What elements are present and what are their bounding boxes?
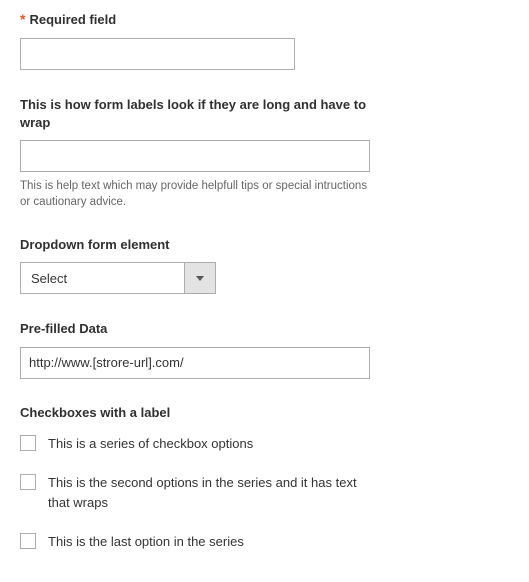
checkbox-row: This is the second options in the series… (20, 473, 509, 512)
checkbox-group-label: Checkboxes with a label (20, 405, 509, 420)
required-field-input[interactable] (20, 38, 295, 70)
checkbox-label[interactable]: This is the second options in the series… (48, 473, 358, 512)
long-label-field-help: This is help text which may provide help… (20, 178, 380, 210)
dropdown-toggle-button[interactable] (184, 262, 216, 294)
prefilled-field-input[interactable] (20, 347, 370, 379)
checkbox-row: This is the last option in the series (20, 532, 509, 552)
long-label-field-label: This is how form labels look if they are… (20, 96, 380, 132)
checkbox-group: Checkboxes with a label This is a series… (20, 405, 509, 552)
prefilled-field: Pre-filled Data (20, 320, 509, 378)
caret-down-icon (196, 276, 204, 281)
dropdown-field: Dropdown form element Select (20, 236, 509, 294)
checkbox-label[interactable]: This is the last option in the series (48, 532, 244, 552)
dropdown-field-label: Dropdown form element (20, 236, 380, 254)
dropdown-selected-value: Select (20, 262, 184, 294)
long-label-field-input[interactable] (20, 140, 370, 172)
checkbox-input[interactable] (20, 533, 36, 549)
required-field-label: * Required field (20, 10, 380, 30)
required-field-label-text: Required field (29, 12, 116, 27)
long-label-field: This is how form labels look if they are… (20, 96, 509, 211)
prefilled-field-label: Pre-filled Data (20, 320, 380, 338)
required-asterisk-icon: * (20, 11, 25, 27)
required-field: * Required field (20, 10, 509, 70)
checkbox-input[interactable] (20, 435, 36, 451)
dropdown-select[interactable]: Select (20, 262, 216, 294)
checkbox-label[interactable]: This is a series of checkbox options (48, 434, 253, 454)
checkbox-row: This is a series of checkbox options (20, 434, 509, 454)
checkbox-input[interactable] (20, 474, 36, 490)
